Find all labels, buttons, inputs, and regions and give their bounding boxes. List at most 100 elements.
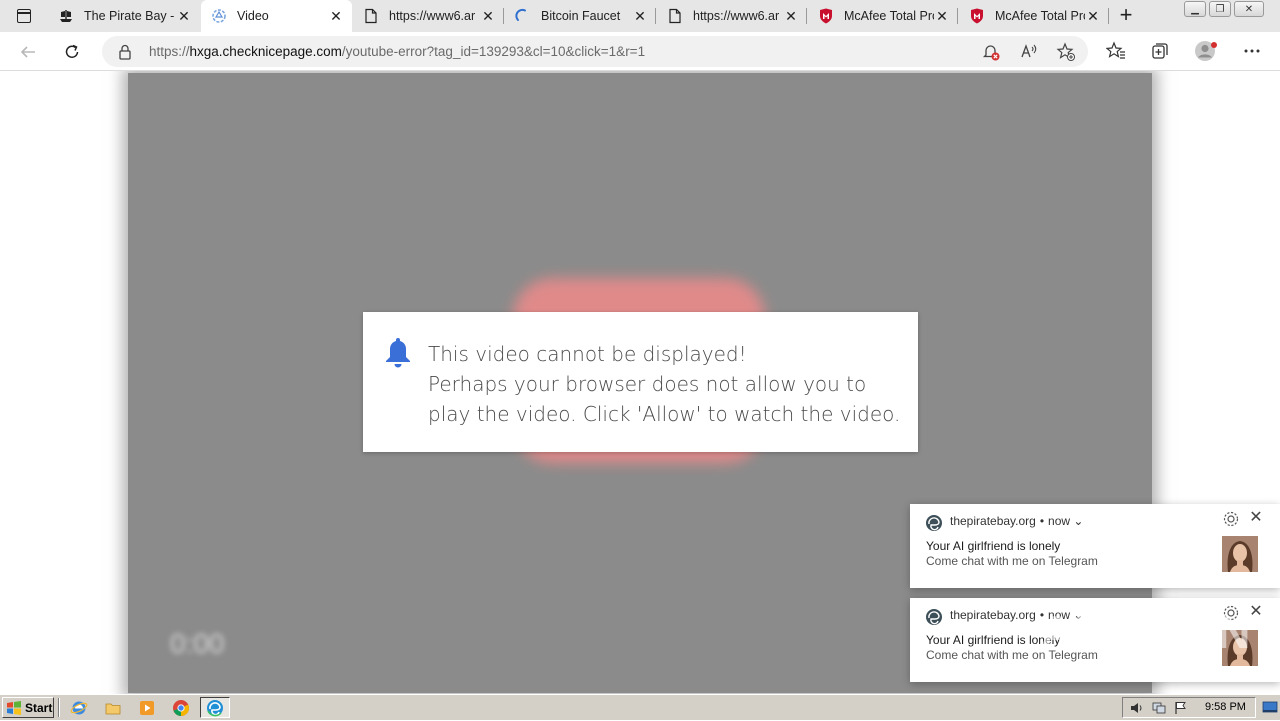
bell-blocked-icon [982,45,1000,61]
desktop-icon [1262,701,1278,713]
windows-logo-icon [7,700,21,715]
more-dots-icon [1244,49,1260,53]
favorites-icon [1106,41,1125,59]
toast-notification[interactable]: thepiratebay.org • now ⌄ ✕ Your AI girlfri… [910,504,1280,588]
file-explorer-button[interactable] [98,697,128,718]
chrome-button[interactable] [166,697,196,718]
tab-title: McAfee Total Pro [844,9,934,23]
internet-explorer-icon [70,701,88,714]
anyrun-watermark: ANY.RUN [1040,606,1252,658]
edge-browser-icon [925,608,943,626]
tab-mcafee-1[interactable]: McAfee Total Pro ✕ [808,0,958,32]
navigation-bar: https://hxga.checknicepage.com/youtube-e… [0,32,1280,71]
taskbar: Start 9:58 PM [0,694,1280,720]
page-icon [667,8,683,24]
tab-bitcoin-faucet[interactable]: Bitcoin Faucet ✕ [505,0,656,32]
settings-menu-button[interactable] [1238,37,1266,65]
show-desktop-button[interactable] [1262,699,1278,715]
refresh-icon [65,44,79,58]
tab-title: The Pirate Bay - [84,9,175,23]
close-tab-icon[interactable]: ✕ [1085,8,1101,24]
notification-image [1222,536,1258,572]
tab-separator [806,8,807,24]
notification-body: Come chat with me on Telegram [926,554,1098,568]
tab-actions-button[interactable] [8,4,40,28]
back-arrow-icon [20,46,35,58]
star-add-icon [1056,42,1075,61]
folder-icon [105,703,121,714]
tab-video[interactable]: Video ✕ [201,0,352,32]
media-player-icon [140,700,154,715]
loading-arc-icon [515,8,531,24]
new-tab-button[interactable]: + [1114,4,1138,28]
edge-browser-icon [925,514,943,532]
close-tab-icon[interactable]: ✕ [480,8,496,24]
profile-button[interactable] [1192,37,1220,65]
system-tray: 9:58 PM [1122,697,1256,718]
tab-www6-2[interactable]: https://www6.ar ✕ [657,0,807,32]
tab-www6-1[interactable]: https://www6.ar ✕ [353,0,504,32]
notification-site: thepiratebay.org [950,514,1036,528]
close-icon[interactable]: ✕ [1248,510,1264,526]
read-aloud-button[interactable] [1017,40,1041,64]
favorites-button[interactable] [1102,37,1130,65]
dialog-message: This video cannot be displayed! Perhaps … [428,339,908,429]
close-tab-icon[interactable]: ✕ [783,8,799,24]
read-aloud-icon [1021,44,1037,58]
tab-separator [957,8,958,24]
tab-title: https://www6.ar [389,9,476,23]
tab-title: https://www6.ar [693,9,780,23]
close-tab-icon[interactable]: ✕ [934,8,950,24]
restore-button[interactable]: ❐ [1209,1,1231,17]
lock-icon[interactable] [118,44,132,65]
url-path: /youtube-error?tag_id=139293&cl=10&click… [341,44,646,59]
notification-title: Your AI girlfriend is lonely [926,539,1061,553]
url-text[interactable]: https://hxga.checknicepage.com/youtube-e… [149,44,645,59]
action-center-flag-icon[interactable] [1173,700,1189,716]
close-window-button[interactable]: ✕ [1234,1,1264,17]
page-icon [363,8,379,24]
add-favorite-button[interactable] [1054,40,1078,64]
collections-icon [1152,43,1168,59]
dialog-line-1: This video cannot be displayed! [428,342,747,366]
video-timestamp: 0:00 [170,628,225,659]
avatar-icon [1195,41,1217,61]
minimize-button[interactable]: ▁ [1184,1,1206,17]
edge-button[interactable] [200,697,230,718]
mcafee-shield-icon [969,8,985,24]
url-host: hxga.checknicepage.com [189,44,342,59]
close-tab-icon[interactable]: ✕ [176,8,192,24]
refresh-button[interactable] [58,38,86,66]
notification-source: thepiratebay.org • now ⌄ [950,514,1084,528]
url-scheme: https:// [149,44,190,59]
start-label: Start [25,700,53,715]
notification-blocked-button[interactable] [979,40,1003,64]
internet-explorer-button[interactable] [64,697,94,718]
clock[interactable]: 9:58 PM [1205,701,1246,713]
address-bar[interactable]: https://hxga.checknicepage.com/youtube-e… [102,36,1088,67]
tab-actions-icon [17,9,31,23]
start-button[interactable]: Start [2,697,54,718]
collections-button[interactable] [1146,37,1174,65]
volume-icon[interactable] [1129,700,1145,716]
close-tab-icon[interactable]: ✕ [328,8,344,24]
media-player-button[interactable] [132,697,162,718]
tab-strip: The Pirate Bay - ✕ Video ✕ https://www6.… [0,0,1280,32]
close-tab-icon[interactable]: ✕ [632,8,648,24]
tab-title: Bitcoin Faucet [541,9,621,23]
tab-title: Video [237,9,269,23]
mcafee-shield-icon [818,8,834,24]
chrome-icon [173,699,190,716]
gear-icon[interactable] [1222,510,1240,528]
pirate-ship-icon [58,8,74,24]
back-button[interactable] [14,38,42,66]
tab-separator [503,8,504,24]
fake-allow-dialog: This video cannot be displayed! Perhaps … [363,312,918,452]
notification-time: now [1048,514,1071,528]
tab-the-pirate-bay[interactable]: The Pirate Bay - ✕ [48,0,200,32]
spinner-icon [211,8,227,24]
bell-icon [383,336,413,373]
network-icon[interactable] [1151,700,1167,716]
tab-title: McAfee Total Pro [995,9,1085,23]
tab-mcafee-2[interactable]: McAfee Total Pro ✕ [959,0,1109,32]
